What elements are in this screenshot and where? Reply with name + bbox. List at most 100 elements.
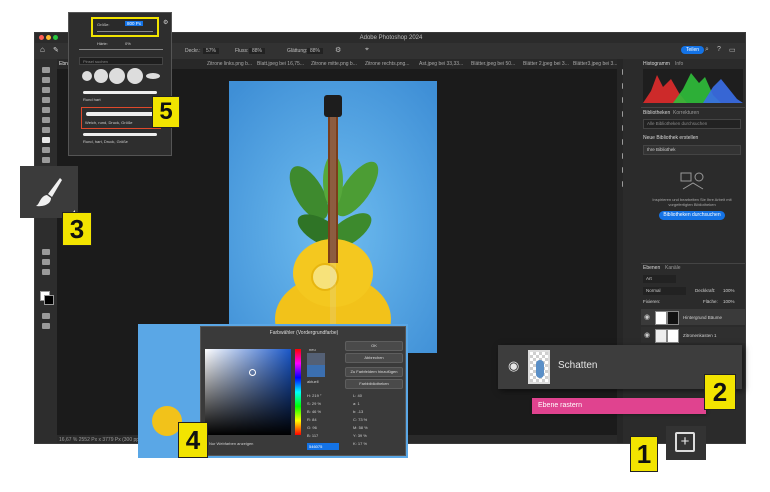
move-tool-icon[interactable] (42, 67, 50, 73)
brush-name: Weich, rund, Druck, Größe (85, 120, 133, 125)
add-to-swatches-button[interactable]: Zu Farbfeldern hinzufügen (345, 367, 403, 377)
document-canvas[interactable] (229, 81, 437, 353)
paintbrush-icon[interactable] (34, 176, 64, 208)
eyedropper-tool-icon[interactable] (42, 117, 50, 123)
minimize-window-button[interactable] (46, 35, 51, 40)
new-library-button[interactable]: Neue Bibliothek erstellen (643, 135, 698, 141)
search-icon[interactable]: ⌕ (705, 46, 709, 54)
gear-icon[interactable]: ⚙ (163, 19, 168, 26)
layers-tab[interactable]: Ebenen (643, 265, 660, 271)
lasso-tool-icon[interactable] (42, 87, 50, 93)
brush-tool-icon[interactable]: ✎ (53, 46, 59, 54)
b-field[interactable]: 46 % (312, 409, 321, 414)
layer-row[interactable]: ◉ Zitronenkasten 1 (641, 327, 745, 343)
callout-badge-2: 2 (704, 374, 736, 410)
hardness-slider[interactable] (79, 49, 163, 50)
rasterize-layer-menu-item[interactable]: Ebene rastern (532, 398, 706, 414)
tab-blatt[interactable]: Blatt.jpeg bei 16,75... (257, 61, 304, 67)
h-field[interactable]: 219 ° (312, 393, 321, 398)
k-field[interactable]: 17 % (358, 441, 367, 446)
selected-brush-highlight[interactable]: Weich, rund, Druck, Größe (81, 107, 161, 129)
smoothing-field[interactable]: 88% (307, 48, 324, 54)
layer-opacity-field[interactable]: 100% (723, 288, 735, 293)
library-search-input[interactable]: Alle Bibliotheken durchsuchen (643, 119, 741, 129)
workspace-icon[interactable]: ▭ (729, 46, 736, 54)
history-brush-tool-icon[interactable] (42, 157, 50, 163)
ok-button[interactable]: OK (345, 341, 403, 351)
visibility-eye-icon[interactable]: ◉ (644, 313, 650, 321)
lab-b-field[interactable]: -13 (357, 409, 363, 414)
crop-tool-icon[interactable] (42, 107, 50, 113)
pen-tool-icon[interactable] (42, 249, 50, 255)
hardness-field[interactable]: 0% (125, 41, 131, 46)
zoom-tool-icon[interactable] (42, 269, 50, 275)
color-picker-cursor[interactable] (249, 369, 256, 376)
hex-field[interactable]: 546075 (307, 443, 339, 450)
s-field[interactable]: 29 % (312, 401, 321, 406)
browse-libraries-button[interactable]: Bibliotheken durchsuchen (659, 211, 725, 220)
background-color-swatch[interactable] (44, 295, 54, 305)
visibility-eye-icon[interactable]: ◉ (508, 358, 519, 374)
object-select-tool-icon[interactable] (42, 97, 50, 103)
flow-field[interactable]: 88% (249, 48, 266, 54)
c-field[interactable]: 73 % (358, 417, 367, 422)
histogram-tab[interactable]: Histogramm (643, 61, 670, 67)
brush-size-highlight: Größe: 800 Px (91, 17, 159, 37)
brush-search-input[interactable]: Pinsel suchen (79, 57, 163, 65)
hsb-rgb-fields: H: 219 ° S: 29 % B: 46 % R: 84 G: 96 B: … (307, 393, 347, 441)
marquee-tool-icon[interactable] (42, 77, 50, 83)
a-field[interactable]: 1 (357, 401, 359, 406)
brush-size-field[interactable]: 800 Px (125, 21, 144, 26)
layer-row[interactable]: ◉ Hintergrund Bäume (641, 309, 745, 325)
l-field[interactable]: 40 (357, 393, 361, 398)
libraries-tab[interactable]: Bibliotheken (643, 110, 670, 116)
hand-tool-icon[interactable] (42, 259, 50, 265)
symmetry-icon[interactable]: ⌖ (365, 46, 369, 54)
brush-name[interactable]: Rund hart (83, 97, 101, 102)
help-icon[interactable]: ? (717, 46, 721, 53)
close-window-button[interactable] (39, 35, 44, 40)
share-button[interactable]: Teilen (681, 46, 705, 54)
info-tab[interactable]: Info (675, 61, 683, 67)
size-slider[interactable] (97, 31, 153, 32)
tab-zitrone-rechts[interactable]: Zitrone rechts.png... (365, 61, 409, 67)
layer-thumbnail (655, 329, 667, 343)
s-label: S: (307, 401, 311, 406)
color-field[interactable] (205, 349, 291, 435)
tab-blaetter[interactable]: Blätter.jpeg bei 50... (471, 61, 515, 67)
brush-tips-row[interactable] (79, 67, 163, 85)
r-field[interactable]: 84 (312, 417, 316, 422)
visibility-eye-icon[interactable]: ◉ (644, 331, 650, 339)
healing-tool-icon[interactable] (42, 127, 50, 133)
stamp-tool-icon[interactable] (42, 147, 50, 153)
tab-zitrone-mitte[interactable]: Zitrone mitte.png b... (311, 61, 357, 67)
m-field[interactable]: 58 % (359, 425, 368, 430)
opacity-field[interactable]: 57% (203, 48, 220, 54)
library-select[interactable]: Ihre Bibliothek (643, 145, 741, 155)
layer-kind-filter[interactable]: Art (643, 275, 676, 283)
tab-ast[interactable]: Ast.jpeg bei 33,33... (419, 61, 463, 67)
screen-mode-icon[interactable] (42, 323, 50, 329)
maximize-window-button[interactable] (53, 35, 58, 40)
settings-icon[interactable]: ⚙ (335, 46, 341, 54)
quick-mask-icon[interactable] (42, 313, 50, 319)
cancel-button[interactable]: Abbrechen (345, 353, 403, 363)
tab-blaetter-3[interactable]: Blätter3.jpeg bei 3... (573, 61, 617, 67)
tab-blaetter-2[interactable]: Blätter 2.jpeg bei 3... (523, 61, 569, 67)
adjustments-tab[interactable]: Korrekturen (673, 110, 699, 116)
tab-zitrone-links[interactable]: Zitrone links.png b... (207, 61, 252, 67)
blend-mode-select[interactable]: Normal (643, 287, 686, 295)
color-libraries-button[interactable]: Farbbibliotheken (345, 379, 403, 389)
brush-name[interactable]: Rund, hart, Druck, Größe (83, 139, 128, 144)
home-icon[interactable]: ⌂ (40, 45, 45, 54)
channels-tab[interactable]: Kanäle (665, 265, 681, 271)
library-hint: Inspirieren und bearbeiten Sie Ihre Arbe… (652, 197, 732, 207)
g-field[interactable]: 96 (312, 425, 316, 430)
layer-fill-field[interactable]: 100% (723, 299, 735, 304)
hue-slider[interactable] (295, 349, 301, 435)
blue-field[interactable]: 117 (312, 433, 318, 438)
web-colors-checkbox-label[interactable]: Nur Webfarben anzeigen (209, 441, 253, 446)
brush-tool-icon-small[interactable] (42, 137, 50, 143)
y-field[interactable]: 39 % (358, 433, 367, 438)
new-layer-plus-icon[interactable]: + (675, 432, 695, 452)
